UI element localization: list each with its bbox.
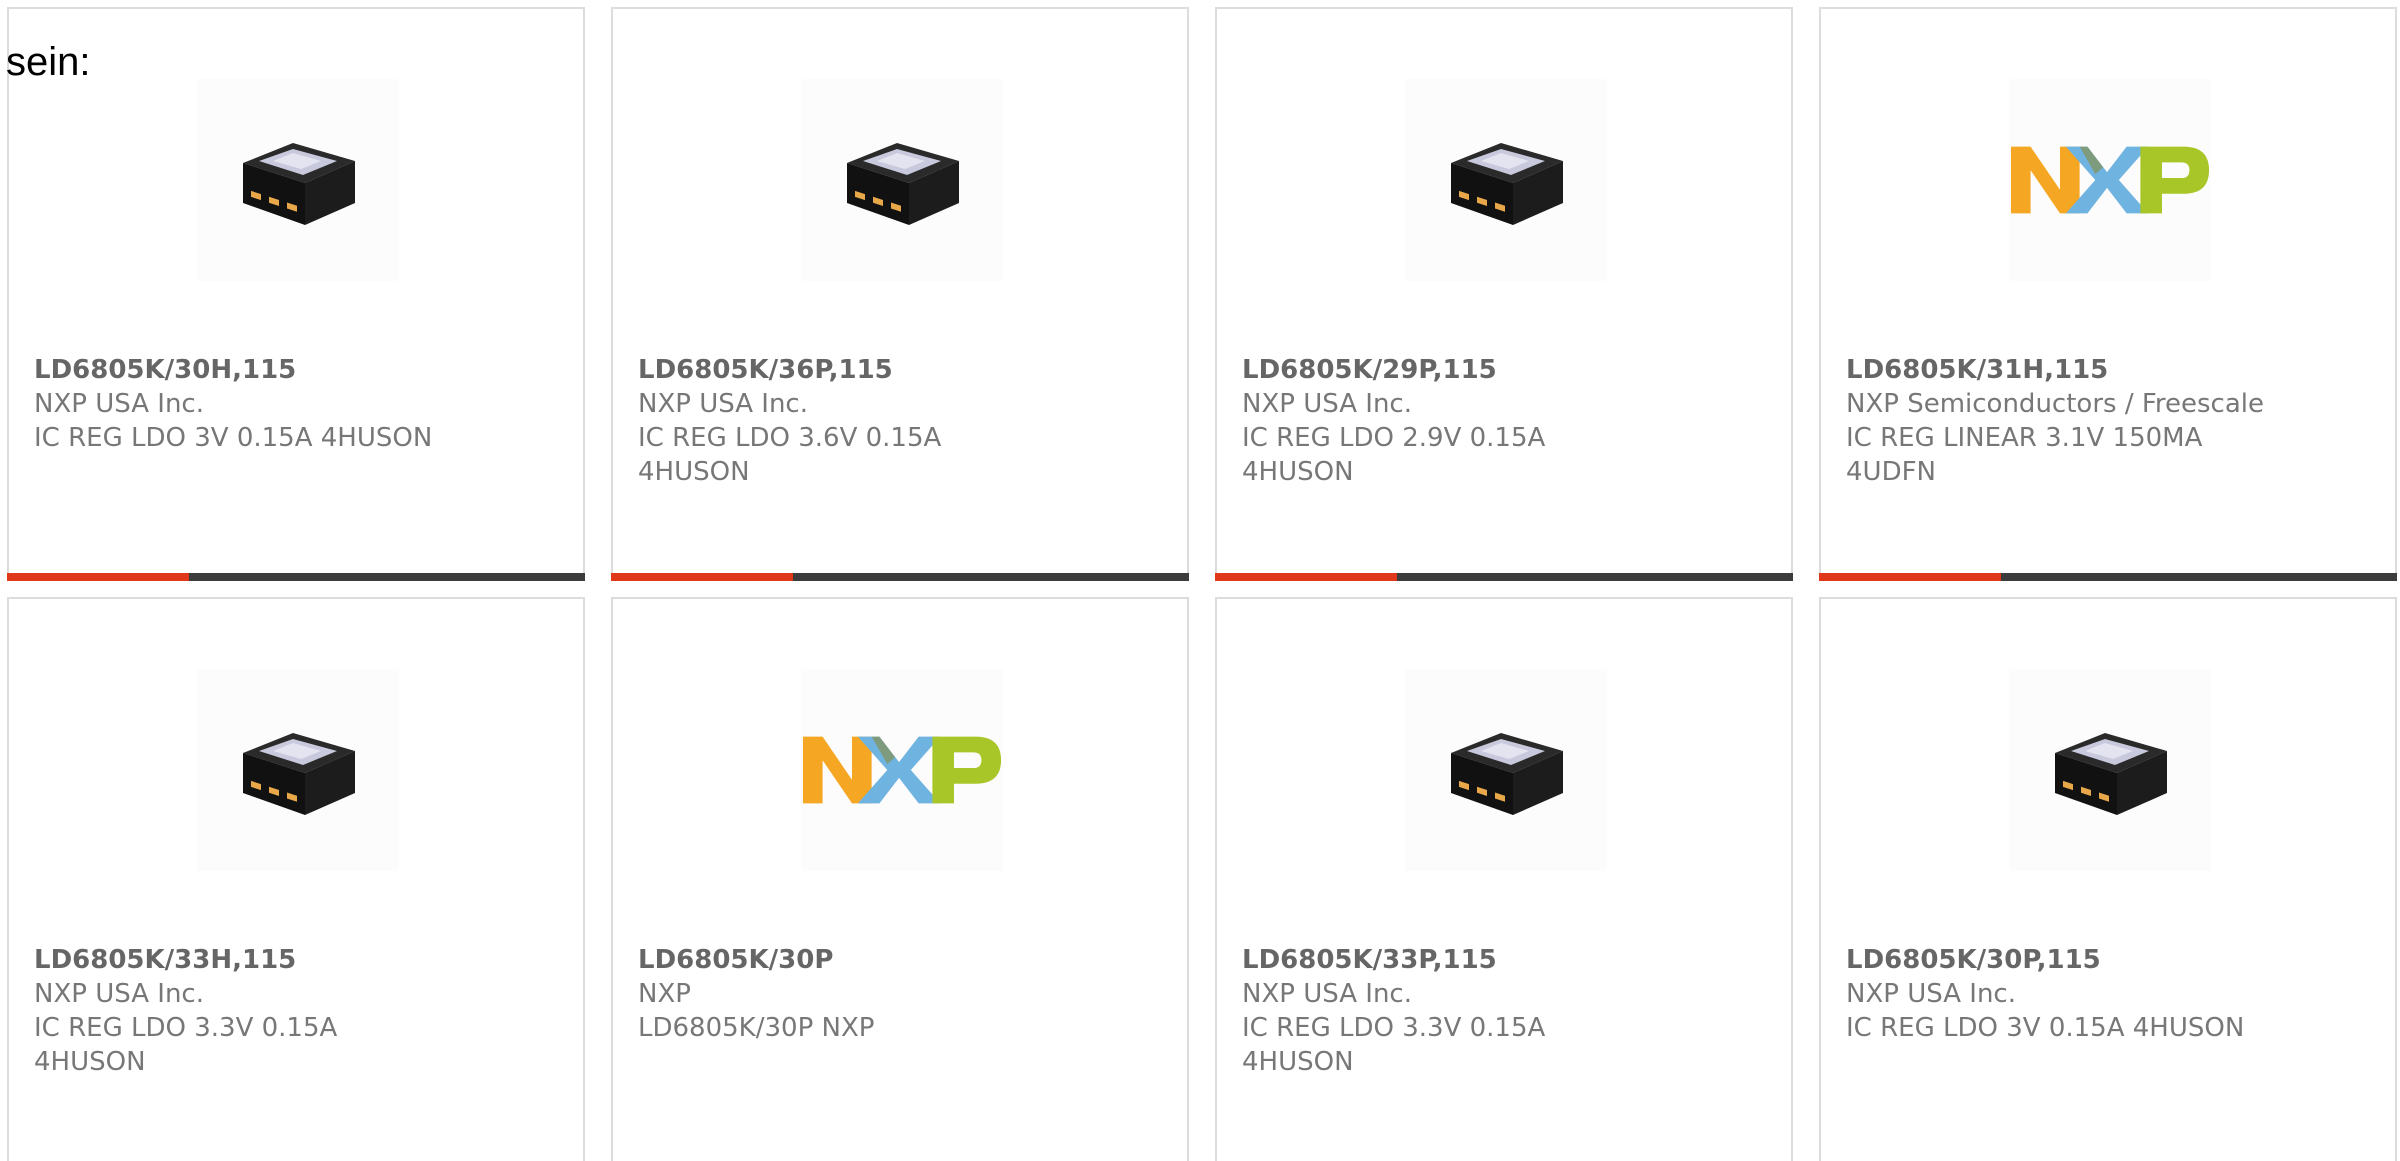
description: IC REG LDO 3V 0.15A 4HUSON bbox=[34, 423, 433, 453]
description: LD6805K/30P NXP bbox=[638, 1013, 875, 1043]
chip-package-icon[interactable] bbox=[197, 79, 399, 281]
product-card[interactable]: LD6805K/29P,115 NXP USA Inc. IC REG LDO … bbox=[1215, 7, 1793, 581]
nxp-logo[interactable] bbox=[2009, 79, 2211, 281]
product-card[interactable]: LD6805K/33H,115 NXP USA Inc. IC REG LDO … bbox=[7, 597, 585, 1161]
chip-package-icon[interactable] bbox=[801, 79, 1003, 281]
chip-package-icon[interactable] bbox=[1405, 669, 1607, 871]
intro-text: sein: bbox=[6, 40, 91, 84]
card-footer-bar bbox=[611, 573, 1189, 581]
card-accent-bar bbox=[7, 573, 189, 581]
part-number[interactable]: LD6805K/31H,115 bbox=[1846, 353, 2266, 387]
part-number[interactable]: LD6805K/30P,115 bbox=[1846, 943, 2266, 977]
chip-package-icon[interactable] bbox=[197, 669, 399, 871]
part-number[interactable]: LD6805K/36P,115 bbox=[638, 353, 1058, 387]
chip-package-icon[interactable] bbox=[1405, 79, 1607, 281]
manufacturer: NXP bbox=[638, 979, 691, 1009]
manufacturer: NXP USA Inc. bbox=[34, 979, 204, 1009]
manufacturer: NXP USA Inc. bbox=[638, 389, 808, 419]
manufacturer: NXP USA Inc. bbox=[1242, 979, 1412, 1009]
description: IC REG LDO 3V 0.15A 4HUSON bbox=[1846, 1013, 2245, 1043]
part-number[interactable]: LD6805K/30P bbox=[638, 943, 1058, 977]
card-accent-bar bbox=[1215, 573, 1397, 581]
part-number[interactable]: LD6805K/33P,115 bbox=[1242, 943, 1662, 977]
manufacturer: NXP USA Inc. bbox=[1846, 979, 2016, 1009]
description: IC REG LDO 3.3V 0.15A 4HUSON bbox=[1242, 1013, 1546, 1077]
product-card[interactable]: LD6805K/30P,115 NXP USA Inc. IC REG LDO … bbox=[1819, 597, 2397, 1161]
card-footer-bar bbox=[1215, 573, 1793, 581]
manufacturer: NXP USA Inc. bbox=[1242, 389, 1412, 419]
part-number[interactable]: LD6805K/30H,115 bbox=[34, 353, 454, 387]
description: IC REG LINEAR 3.1V 150MA 4UDFN bbox=[1846, 423, 2203, 487]
card-accent-bar bbox=[611, 573, 793, 581]
card-footer-bar bbox=[1819, 573, 2397, 581]
product-card[interactable]: LD6805K/30P NXP LD6805K/30P NXP bbox=[611, 597, 1189, 1161]
description: IC REG LDO 2.9V 0.15A 4HUSON bbox=[1242, 423, 1546, 487]
part-number[interactable]: LD6805K/29P,115 bbox=[1242, 353, 1662, 387]
description: IC REG LDO 3.6V 0.15A 4HUSON bbox=[638, 423, 942, 487]
product-card[interactable]: LD6805K/31H,115 NXP Semiconductors / Fre… bbox=[1819, 7, 2397, 581]
manufacturer: NXP Semiconductors / Freescale bbox=[1846, 389, 2265, 419]
manufacturer: NXP USA Inc. bbox=[34, 389, 204, 419]
product-card[interactable]: LD6805K/33P,115 NXP USA Inc. IC REG LDO … bbox=[1215, 597, 1793, 1161]
card-accent-bar bbox=[1819, 573, 2001, 581]
description: IC REG LDO 3.3V 0.15A 4HUSON bbox=[34, 1013, 338, 1077]
part-number[interactable]: LD6805K/33H,115 bbox=[34, 943, 454, 977]
chip-package-icon[interactable] bbox=[2009, 669, 2211, 871]
nxp-logo[interactable] bbox=[801, 669, 1003, 871]
card-footer-bar bbox=[7, 573, 585, 581]
product-card[interactable]: LD6805K/36P,115 NXP USA Inc. IC REG LDO … bbox=[611, 7, 1189, 581]
product-card[interactable]: LD6805K/30H,115 NXP USA Inc. IC REG LDO … bbox=[7, 7, 585, 581]
